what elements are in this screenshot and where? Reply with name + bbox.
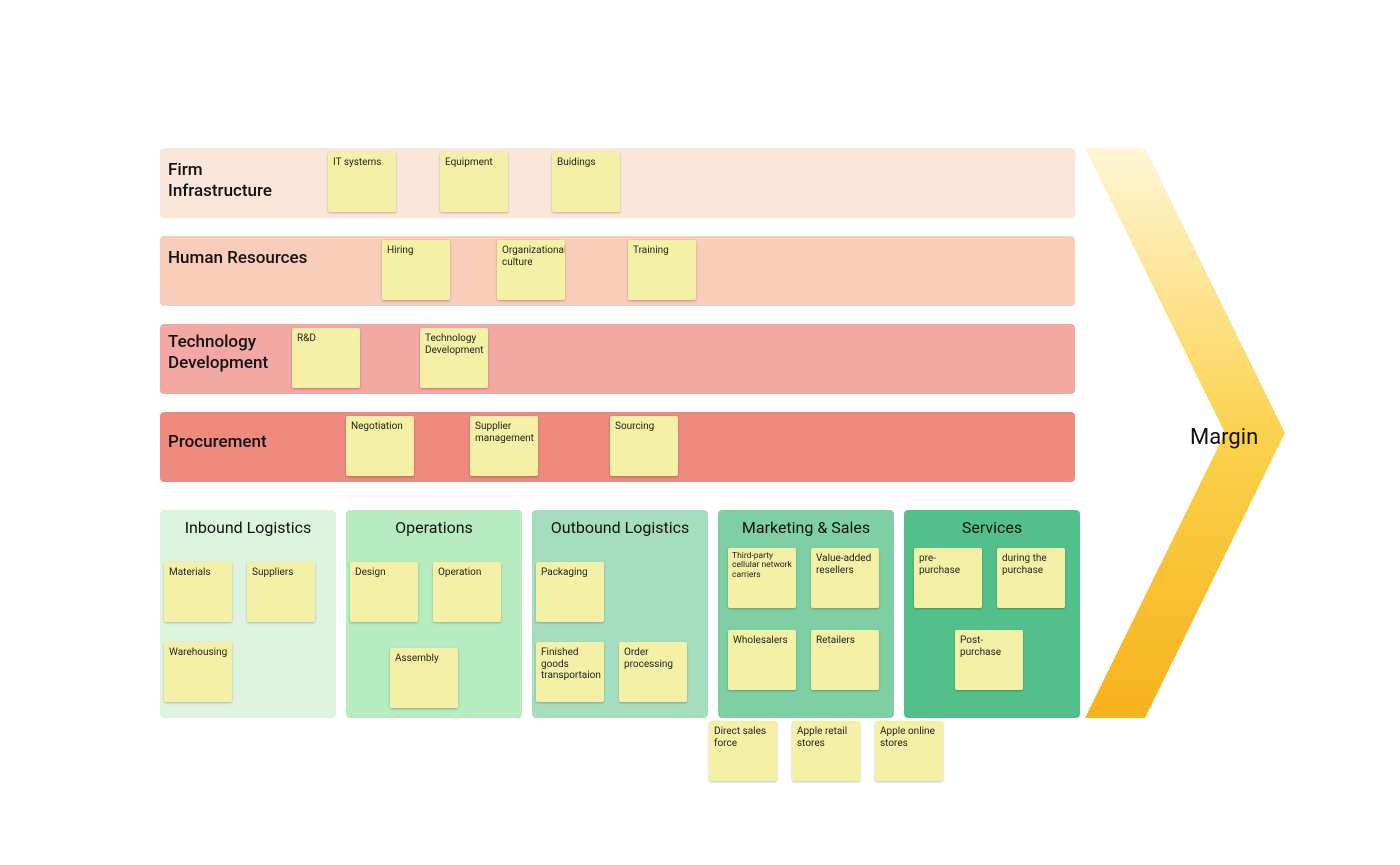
primary-label-outbound-logistics: Outbound Logistics: [532, 510, 708, 537]
note-buildings[interactable]: Buidings: [552, 152, 620, 212]
note-sourcing[interactable]: Sourcing: [610, 416, 678, 476]
note-hiring[interactable]: Hiring: [382, 240, 450, 300]
primary-label-marketing-sales: Marketing & Sales: [718, 510, 894, 537]
note-org-culture[interactable]: Organizational culture: [497, 240, 565, 300]
note-materials[interactable]: Materials: [164, 562, 232, 622]
support-label-human-resources: Human Resources: [168, 248, 308, 269]
note-equipment[interactable]: Equipment: [440, 152, 508, 212]
note-value-added-resellers[interactable]: Value-added resellers: [811, 548, 879, 608]
support-label-procurement: Procurement: [168, 432, 308, 453]
primary-label-inbound-logistics: Inbound Logistics: [160, 510, 336, 537]
note-rnd[interactable]: R&D: [292, 328, 360, 388]
primary-label-operations: Operations: [346, 510, 522, 537]
note-apple-retail-stores[interactable]: Apple retail stores: [792, 721, 860, 781]
note-wholesalers[interactable]: Wholesalers: [728, 630, 796, 690]
note-supplier-mgmt[interactable]: Supplier management: [470, 416, 538, 476]
note-third-party-carriers[interactable]: Third-party cellular network carriers: [728, 548, 796, 608]
note-design[interactable]: Design: [350, 562, 418, 622]
note-assembly[interactable]: Assembly: [390, 648, 458, 708]
note-packaging[interactable]: Packaging: [536, 562, 604, 622]
note-tech-dev[interactable]: Technology Development: [420, 328, 488, 388]
note-operation[interactable]: Operation: [433, 562, 501, 622]
support-label-firm-infrastructure: Firm Infrastructure: [168, 160, 308, 203]
note-order-processing[interactable]: Order processing: [619, 642, 687, 702]
note-direct-sales-force[interactable]: Direct sales force: [709, 721, 777, 781]
note-pre-purchase[interactable]: pre-purchase: [914, 548, 982, 608]
note-retailers[interactable]: Retailers: [811, 630, 879, 690]
note-post-purchase[interactable]: Post-purchase: [955, 630, 1023, 690]
margin-label: Margin: [1190, 425, 1258, 450]
note-warehousing[interactable]: Warehousing: [164, 642, 232, 702]
note-training[interactable]: Training: [628, 240, 696, 300]
note-during-purchase[interactable]: during the purchase: [997, 548, 1065, 608]
note-suppliers[interactable]: Suppliers: [247, 562, 315, 622]
note-finished-goods-trans[interactable]: Finished goods transportaion: [536, 642, 604, 702]
note-negotiation[interactable]: Negotiation: [346, 416, 414, 476]
primary-label-services: Services: [904, 510, 1080, 537]
support-row-human-resources: [160, 236, 1075, 306]
note-it-systems[interactable]: IT systems: [328, 152, 396, 212]
note-apple-online-stores[interactable]: Apple online stores: [875, 721, 943, 781]
support-label-technology-development: Technology Development: [168, 332, 308, 375]
